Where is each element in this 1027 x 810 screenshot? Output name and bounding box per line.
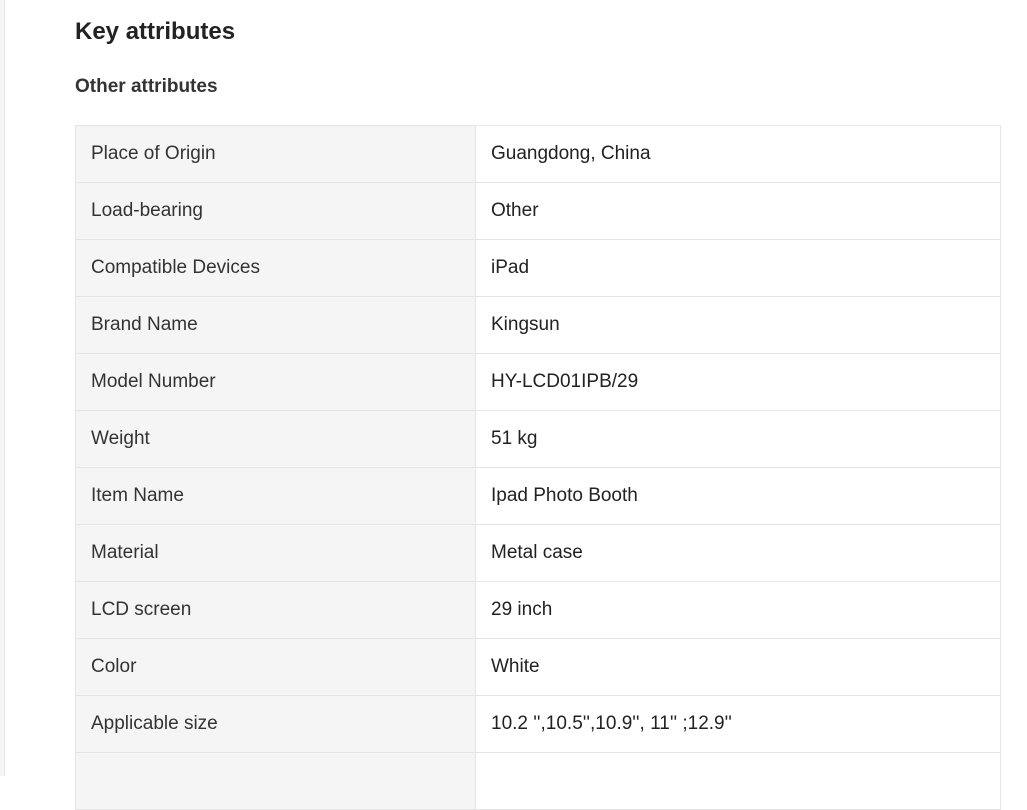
attribute-value: Ipad Photo Booth [475,467,1001,525]
attribute-key: Compatible Devices [75,239,476,297]
attribute-value: 51 kg [475,410,1001,468]
attribute-value [475,752,1001,810]
attribute-key: Item Name [75,467,476,525]
attributes-table: Place of Origin Guangdong, China Load-be… [75,125,1001,810]
attribute-value: Kingsun [475,296,1001,354]
table-row: Load-bearing Other [75,182,1001,240]
attribute-value: HY-LCD01IPB/29 [475,353,1001,411]
attribute-value: iPad [475,239,1001,297]
attribute-key: Applicable size [75,695,476,753]
table-row: Brand Name Kingsun [75,296,1001,354]
attribute-key: Load-bearing [75,182,476,240]
attribute-key: Color [75,638,476,696]
attribute-key: Weight [75,410,476,468]
attribute-value: 29 inch [475,581,1001,639]
section-subtitle: Other attributes [75,76,218,97]
table-row: Model Number HY-LCD01IPB/29 [75,353,1001,411]
table-row: Material Metal case [75,524,1001,582]
attribute-key: Model Number [75,353,476,411]
attribute-key: Material [75,524,476,582]
table-row: Place of Origin Guangdong, China [75,125,1001,183]
table-row: Color White [75,638,1001,696]
table-row: Item Name Ipad Photo Booth [75,467,1001,525]
attribute-key: Place of Origin [75,125,476,183]
attribute-value: White [475,638,1001,696]
attribute-value: 10.2 '',10.5'',10.9'', 11'' ;12.9'' [475,695,1001,753]
table-row: Applicable size 10.2 '',10.5'',10.9'', 1… [75,695,1001,753]
attribute-value: Guangdong, China [475,125,1001,183]
section-title: Key attributes [75,18,236,45]
attribute-key: LCD screen [75,581,476,639]
table-row [75,752,1001,810]
attribute-value: Other [475,182,1001,240]
attribute-value: Metal case [475,524,1001,582]
table-row: Weight 51 kg [75,410,1001,468]
table-row: Compatible Devices iPad [75,239,1001,297]
page-edge-divider [0,0,5,776]
attribute-key: Brand Name [75,296,476,354]
attribute-key [75,752,476,810]
table-row: LCD screen 29 inch [75,581,1001,639]
